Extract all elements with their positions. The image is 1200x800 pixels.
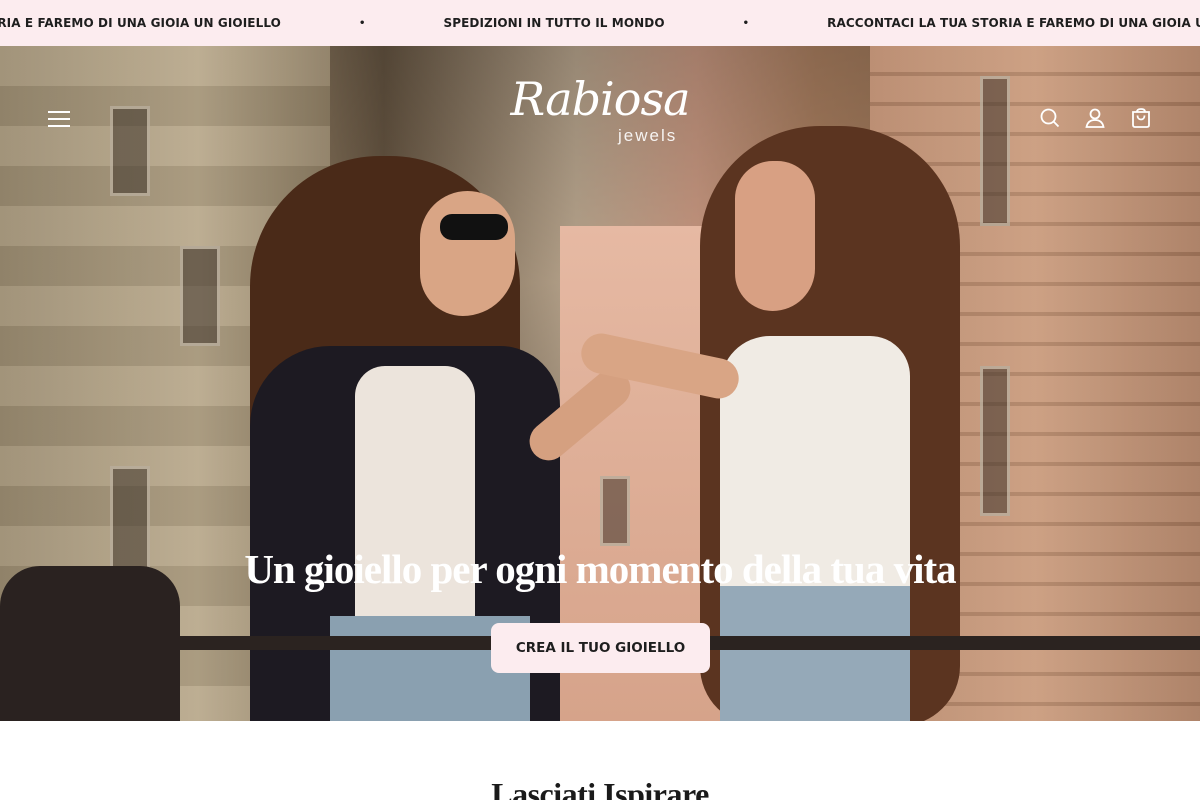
hero-photo-window <box>980 76 1010 226</box>
menu-icon[interactable] <box>46 108 72 130</box>
announcement-separator: • <box>742 17 750 29</box>
announcement-track: STORIA E FAREMO DI UNA GIOIA UN GIOIELLO… <box>0 0 1200 46</box>
announcement-text: SPEDIZIONI IN TUTTO IL MONDO <box>443 16 665 30</box>
account-icon[interactable] <box>1083 106 1107 130</box>
hero-photo-person-right-jeans <box>720 586 910 721</box>
hero-photo-person-left-face <box>420 191 515 316</box>
announcement-bar: STORIA E FAREMO DI UNA GIOIA UN GIOIELLO… <box>0 0 1200 46</box>
announcement-text: STORIA E FAREMO DI UNA GIOIA UN GIOIELLO <box>0 16 281 30</box>
hero-photo-window <box>600 476 630 546</box>
announcement-separator: • <box>358 17 366 29</box>
cart-icon[interactable] <box>1129 106 1153 130</box>
logo-wordmark: Rabiosa <box>510 72 691 126</box>
hero-photo-sunglasses <box>440 214 508 240</box>
announcement-text: RACCONTACI LA TUA STORIA E FAREMO DI UNA… <box>827 16 1200 30</box>
logo-subtitle: jewels <box>618 126 678 145</box>
site-logo[interactable]: Rabiosa jewels <box>500 72 700 152</box>
create-jewel-button[interactable]: CREA IL TUO GIOIELLO <box>491 623 710 673</box>
hero-photo-window <box>180 246 220 346</box>
hero-title: Un gioiello per ogni momento della tua v… <box>244 546 956 592</box>
section-title: Lasciati Ispirare <box>491 776 709 800</box>
hero-photo-window <box>110 106 150 196</box>
hero-photo-person-right-face <box>735 161 815 311</box>
search-icon[interactable] <box>1038 106 1062 130</box>
hero-photo-window <box>980 366 1010 516</box>
